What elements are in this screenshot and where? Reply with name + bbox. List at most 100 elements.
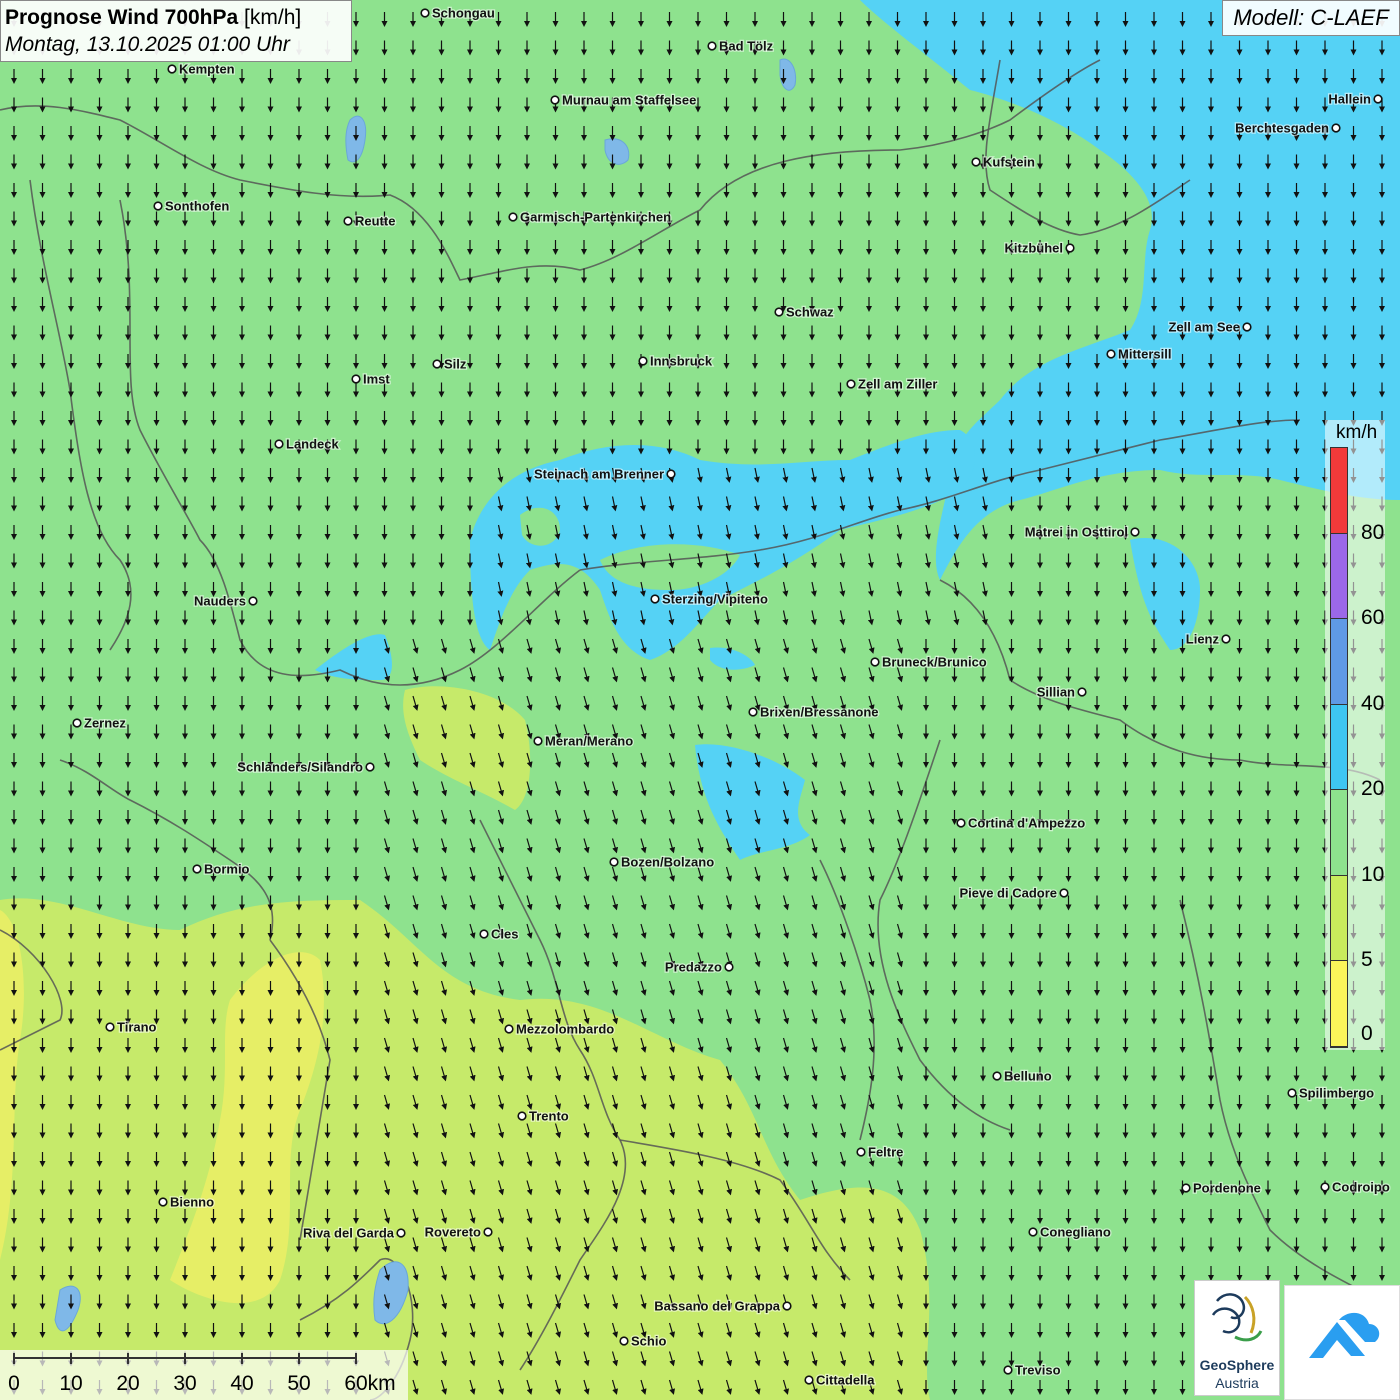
weather-app-icon [1309,1312,1380,1358]
city-label: Feltre [868,1145,903,1160]
city-marker[interactable]: Pieve di Cadore [958,884,1069,902]
city-marker[interactable]: Garmisch-Partenkirchen [508,208,672,226]
city-label: Sillian [1037,685,1075,700]
city-dot-icon [707,41,717,51]
city-label: Bassano del Grappa [654,1299,780,1314]
city-label: Zell am Ziller [858,377,937,392]
city-marker[interactable]: Cortina d'Ampezzo [956,814,1087,832]
city-marker[interactable]: Zell am See [1167,318,1252,336]
city-label: Belluno [1004,1069,1052,1084]
geosphere-logo-line1: GeoSphere [1199,1357,1275,1373]
city-label: Riva del Garda [303,1226,395,1241]
city-marker[interactable]: Meran/Merano [533,732,634,750]
city-label: Bruneck/Brunico [882,655,987,670]
city-dot-icon [72,718,82,728]
city-marker[interactable]: Riva del Garda [302,1224,406,1242]
city-dot-icon [1065,243,1075,253]
geosphere-logo[interactable]: GeoSphere Austria [1194,1280,1280,1396]
city-marker[interactable]: Cittadella [804,1371,877,1389]
model-label: Modell: C-LAEF [1222,0,1400,36]
city-label: Mittersill [1118,347,1171,362]
city-dot-icon [1059,888,1069,898]
city-dot-icon [846,379,856,389]
city-label: Brixen/Bressanone [760,705,879,720]
city-label: Treviso [1015,1363,1061,1378]
city-dot-icon [1221,634,1231,644]
city-marker[interactable]: Bad Tölz [707,37,775,55]
city-dot-icon [1028,1227,1038,1237]
city-marker[interactable]: Mezzolombardo [504,1020,616,1038]
city-marker[interactable]: Murnau am Staffelsee [550,91,698,109]
city-dot-icon [609,857,619,867]
city-dot-icon [105,1022,115,1032]
city-marker[interactable]: Schlanders/Silandro [236,758,375,776]
city-label: Mezzolombardo [516,1022,614,1037]
city-dot-icon [782,1301,792,1311]
city-dot-icon [1130,527,1140,537]
legend-tick-label: 60 [1361,606,1385,630]
city-marker[interactable]: Zell am Ziller [846,375,939,393]
wind-map[interactable]: Schongau Bad Tölz Kempten Murnau am Staffel… [0,0,1400,1400]
city-marker[interactable]: Bassano del Grappa [653,1297,792,1315]
forecast-datetime: Montag, 13.10.2025 01:00 Uhr [5,33,290,56]
scale-label: 50 [287,1372,311,1395]
city-dot-icon [504,1024,514,1034]
city-marker[interactable]: Berchtesgaden [1234,119,1341,137]
city-marker[interactable]: Sonthofen [153,197,231,215]
scale-label: 0 [8,1372,20,1395]
city-label: Hallein [1328,92,1371,107]
city-label: Trento [529,1109,569,1124]
legend-tick-label: 0 [1361,1022,1373,1045]
city-label: Pieve di Cadore [959,886,1057,901]
city-marker[interactable]: Innsbruck [638,352,714,370]
city-label: Meran/Merano [545,734,633,749]
city-marker[interactable]: Spilimbergo [1287,1084,1375,1102]
city-marker[interactable]: Codroipo [1320,1178,1391,1196]
city-label: Rovereto [425,1225,481,1240]
city-dot-icon [483,1227,493,1237]
city-marker[interactable]: Matrei in Osttirol [1023,523,1140,541]
city-label: Bormio [204,862,250,877]
city-marker[interactable]: Bruneck/Brunico [870,653,988,671]
city-dot-icon [1077,687,1087,697]
city-marker[interactable]: Schongau [420,4,496,22]
city-label: Bozen/Bolzano [621,855,714,870]
city-label: Conegliano [1040,1225,1111,1240]
city-marker[interactable]: Pordenone [1181,1179,1262,1197]
city-dot-icon [351,374,361,384]
scale-label: 20 [116,1372,140,1395]
city-marker[interactable]: Bozen/Bolzano [609,853,715,871]
city-dot-icon [956,818,966,828]
scale-bar: 0 10 20 30 40 50 60km [0,1350,408,1400]
city-label: Codroipo [1332,1180,1390,1195]
city-marker[interactable]: Sterzing/Vipiteno [650,590,769,608]
city-dot-icon [365,762,375,772]
scale-label: 30 [173,1372,197,1395]
city-label: Schwaz [786,305,834,320]
legend-color-bar [1330,447,1348,1048]
city-marker[interactable]: Kempten [167,60,236,78]
city-marker[interactable]: Conegliano [1028,1223,1112,1241]
city-label: Imst [363,372,390,387]
weather-app-logo[interactable] [1284,1285,1400,1400]
city-dot-icon [158,1197,168,1207]
map-canvas: Schongau Bad Tölz Kempten Murnau am Staffel… [0,0,1400,1400]
legend-segment [1331,790,1347,876]
city-dot-icon [666,469,676,479]
legend-tick-label: 10 [1361,862,1385,886]
city-dot-icon [274,439,284,449]
city-label: Murnau am Staffelsee [562,93,696,108]
legend-tick-label: 5 [1361,948,1373,972]
city-dot-icon [153,201,163,211]
city-marker[interactable]: Brixen/Bressanone [748,703,880,721]
scale-label: 40 [230,1372,254,1395]
legend-tick-label: 80 [1361,520,1385,544]
city-dot-icon [856,1147,866,1157]
map-title-text: Prognose Wind 700hPa [5,6,239,29]
city-dot-icon [1181,1183,1191,1193]
city-label: Cittadella [816,1373,875,1388]
city-dot-icon [1331,123,1341,133]
city-marker[interactable]: Steinach am Brenner [533,465,676,483]
legend-segment [1331,961,1347,1047]
city-dot-icon [650,594,660,604]
